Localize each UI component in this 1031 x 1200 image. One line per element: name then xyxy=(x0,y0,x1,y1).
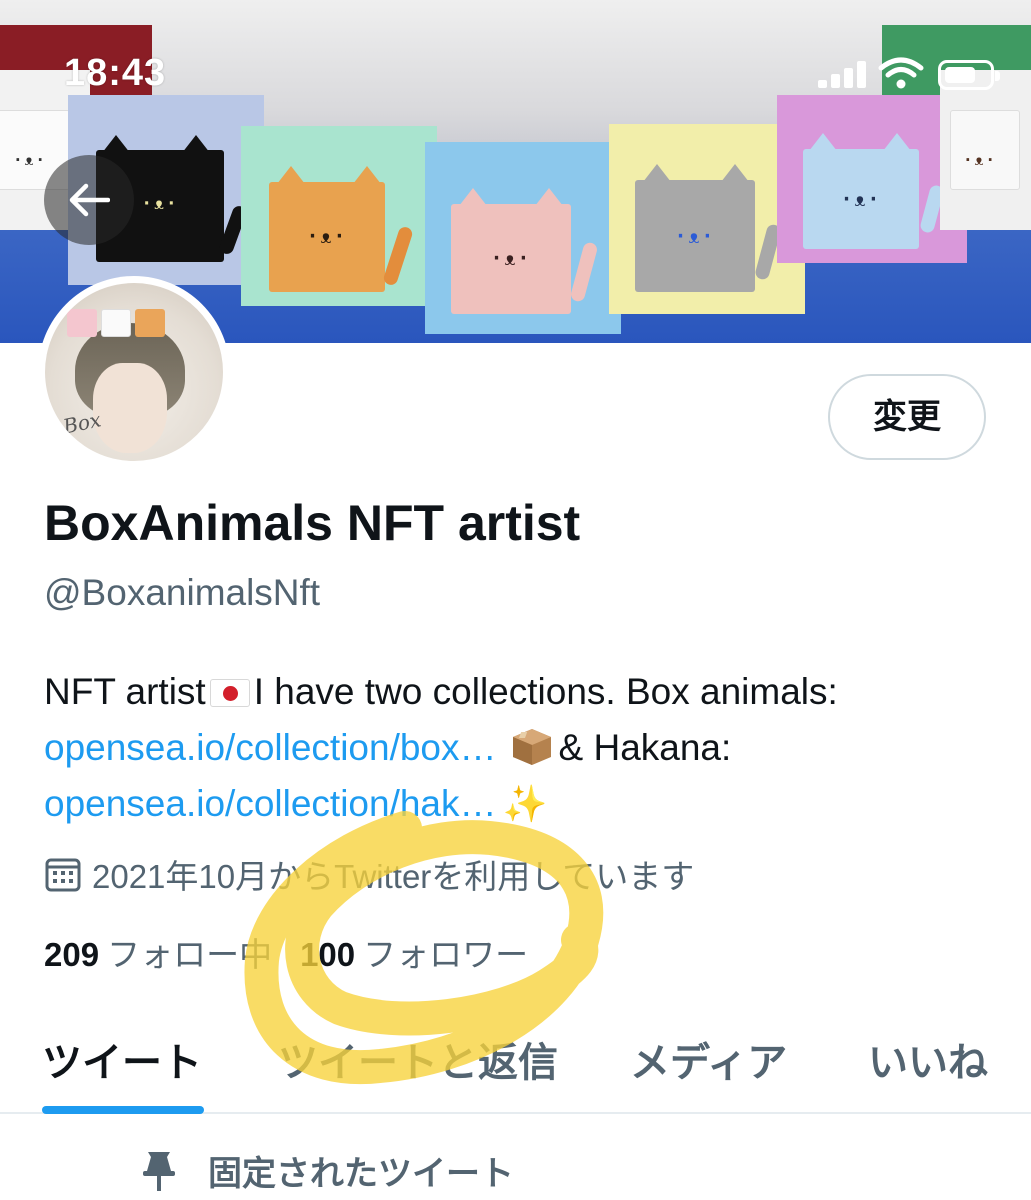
japan-flag-icon xyxy=(209,679,250,707)
banner-cat-tile-orange: ·ᴥ· xyxy=(241,126,437,306)
bio-text: NFT artist xyxy=(44,671,206,712)
back-button[interactable] xyxy=(44,155,134,245)
following-link[interactable]: 209 フォロー中 xyxy=(44,928,272,976)
follow-stats: 209 フォロー中 100 フォロワー xyxy=(44,928,528,976)
wifi-icon xyxy=(878,57,924,89)
collection-link-hakana[interactable]: opensea.io/collection/hak… xyxy=(44,783,497,824)
banner-cat-tile-blue: ·ᴥ· xyxy=(777,95,967,263)
followers-label: フォロワー xyxy=(363,936,529,973)
banner-cat-tile-gray: ·ᴥ· xyxy=(609,124,805,314)
banner-cat-tile: ·ᴥ· xyxy=(940,70,1031,230)
bio-text: & Hakana: xyxy=(558,727,732,768)
profile-bio: NFT artist I have two collections. Box an… xyxy=(44,664,1004,832)
avatar-mini-box xyxy=(101,309,131,337)
active-tab-indicator xyxy=(42,1106,204,1114)
tab-media[interactable]: メディア xyxy=(630,1030,787,1088)
cat-face: ·ᴥ· xyxy=(674,224,716,248)
join-date-text: 2021年10月からTwitterを利用しています xyxy=(92,858,695,895)
tab-tweets[interactable]: ツイート xyxy=(42,1030,202,1088)
calendar-icon xyxy=(45,858,81,892)
avatar-logo-text: Box xyxy=(60,407,104,439)
bio-text: I have two collections. Box animals: xyxy=(253,671,838,712)
banner-cat-tile-pink: ·ᴥ· xyxy=(425,142,621,334)
avatar-mini-box xyxy=(135,309,165,337)
cat-face: ·ᴥ· xyxy=(963,150,997,169)
avatar-mini-box xyxy=(67,309,97,337)
following-label: フォロー中 xyxy=(107,936,273,973)
cat-face: ·ᴥ· xyxy=(840,187,882,211)
pinned-tweet-label: 固定されたツイート xyxy=(208,1154,514,1194)
followers-count: 100 xyxy=(300,936,356,973)
sparkles-icon: ✨ xyxy=(502,783,548,824)
followers-link[interactable]: 100 フォロワー xyxy=(300,928,528,976)
cat-face: ·ᴥ· xyxy=(490,246,532,270)
pin-icon xyxy=(143,1151,175,1191)
signal-icon xyxy=(818,60,868,88)
profile-tabs: ツイート ツイートと返信 メディア いいね xyxy=(0,1018,1031,1114)
following-count: 209 xyxy=(44,936,100,973)
tab-likes[interactable]: いいね xyxy=(868,1030,988,1088)
battery-icon xyxy=(938,60,1000,90)
collection-link-boxanimals[interactable]: opensea.io/collection/box… xyxy=(44,727,497,768)
pinned-tweet-header: 固定されたツイート xyxy=(140,1146,514,1195)
profile-avatar[interactable]: Box xyxy=(38,276,230,468)
avatar-face xyxy=(93,363,167,453)
package-icon xyxy=(511,727,553,767)
cat-face: ·ᴥ· xyxy=(306,224,348,248)
edit-profile-button[interactable]: 変更 xyxy=(828,374,986,460)
join-date: 2021年10月からTwitterを利用しています xyxy=(44,850,694,898)
back-arrow-icon xyxy=(69,183,110,217)
tab-tweets-and-replies[interactable]: ツイートと返信 xyxy=(278,1030,558,1088)
display-name: BoxAnimals NFT artist xyxy=(44,495,581,551)
status-bar-time: 18:43 xyxy=(64,52,167,94)
user-handle: @BoxanimalsNft xyxy=(44,572,321,613)
